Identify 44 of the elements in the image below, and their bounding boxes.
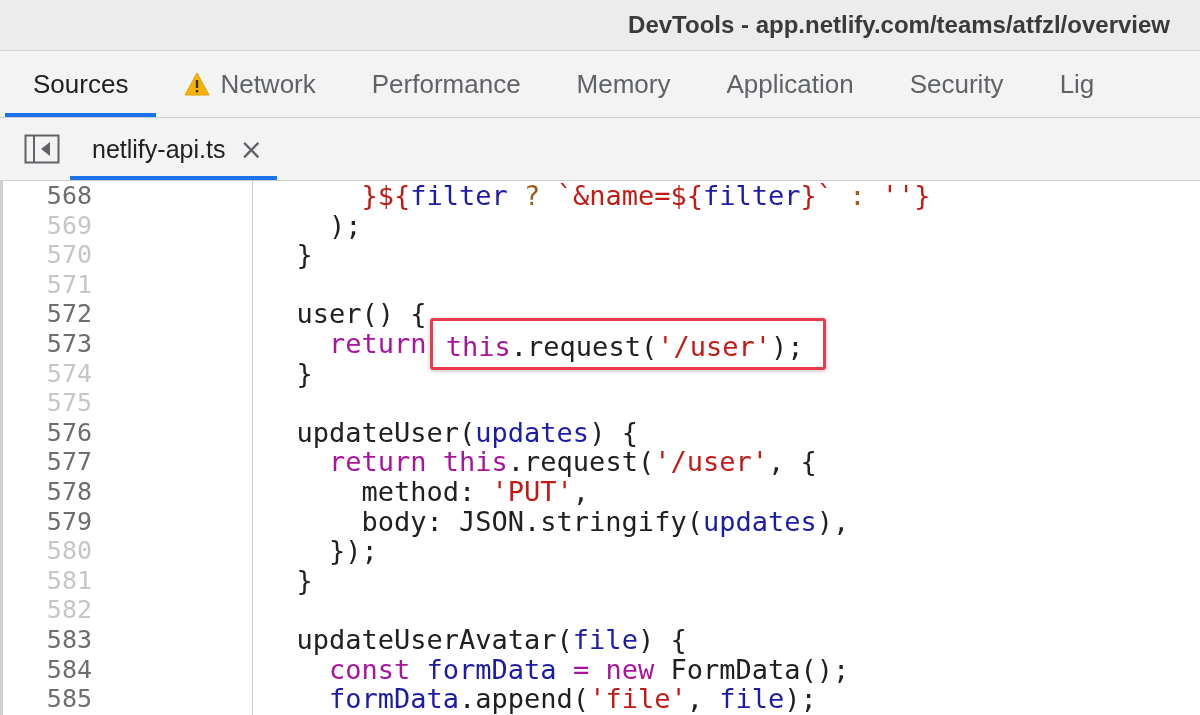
line-number: 582 (45, 595, 92, 625)
code-text: ); (328, 210, 362, 241)
file-name: netlify-api.ts (92, 134, 226, 164)
line-number: 583 (45, 624, 92, 655)
line-number: 570 (45, 240, 92, 270)
line-number: 585 (45, 684, 92, 714)
line-number: 572 (45, 299, 92, 329)
code-text: } (295, 358, 313, 389)
line-number: 580 (45, 536, 92, 566)
panel-tab[interactable]: Application (698, 51, 882, 117)
line-number: 575 (45, 388, 92, 418)
line-number: 571 (45, 269, 92, 300)
code-text: return (328, 328, 428, 359)
code-text: body: JSON.stringify(updates), (360, 506, 850, 537)
panel-tab[interactable]: Security (881, 51, 1032, 117)
line-number: 574 (45, 358, 92, 389)
line-number: 584 (45, 654, 92, 685)
code-text: formData.append('file', file); (328, 684, 817, 714)
panel-tab[interactable]: Memory (548, 51, 699, 117)
code-text: const formData = new FormData(); (329, 654, 850, 685)
code-text: updateUserAvatar(file) { (295, 624, 687, 655)
code-text: } (295, 565, 313, 596)
panel-tab[interactable]: Lig (1031, 51, 1123, 117)
line-number: 578 (45, 476, 92, 507)
code-text: updateUser(updates) { (295, 417, 638, 448)
code-text: return this.request('/user', { (329, 447, 817, 477)
line-number: 577 (45, 447, 92, 477)
window-title: DevTools - app.netlify.com/teams/atfzl/overview (628, 11, 1170, 39)
code-text: user() { (295, 299, 427, 329)
line-number: 576 (45, 417, 92, 448)
code-text: }); (328, 536, 378, 566)
line-number: 579 (45, 506, 92, 537)
panel-tab[interactable]: Network (156, 51, 344, 117)
file-tab[interactable]: netlify-api.ts × (70, 118, 277, 180)
line-number: 573 (45, 328, 92, 359)
line-number: 569 (45, 210, 92, 241)
sidebar-toggle-icon[interactable] (24, 134, 60, 164)
code-text: method: 'PUT', (360, 476, 590, 507)
line-number: 581 (45, 565, 92, 596)
code-text: } (295, 240, 313, 270)
line-number: 568 (45, 181, 92, 211)
code-text: }${filter ? `&name=${filter}` : ''} (360, 181, 931, 211)
highlight-box: this.request('/user'); (429, 317, 827, 370)
panel-tab[interactable]: Performance (343, 51, 549, 117)
